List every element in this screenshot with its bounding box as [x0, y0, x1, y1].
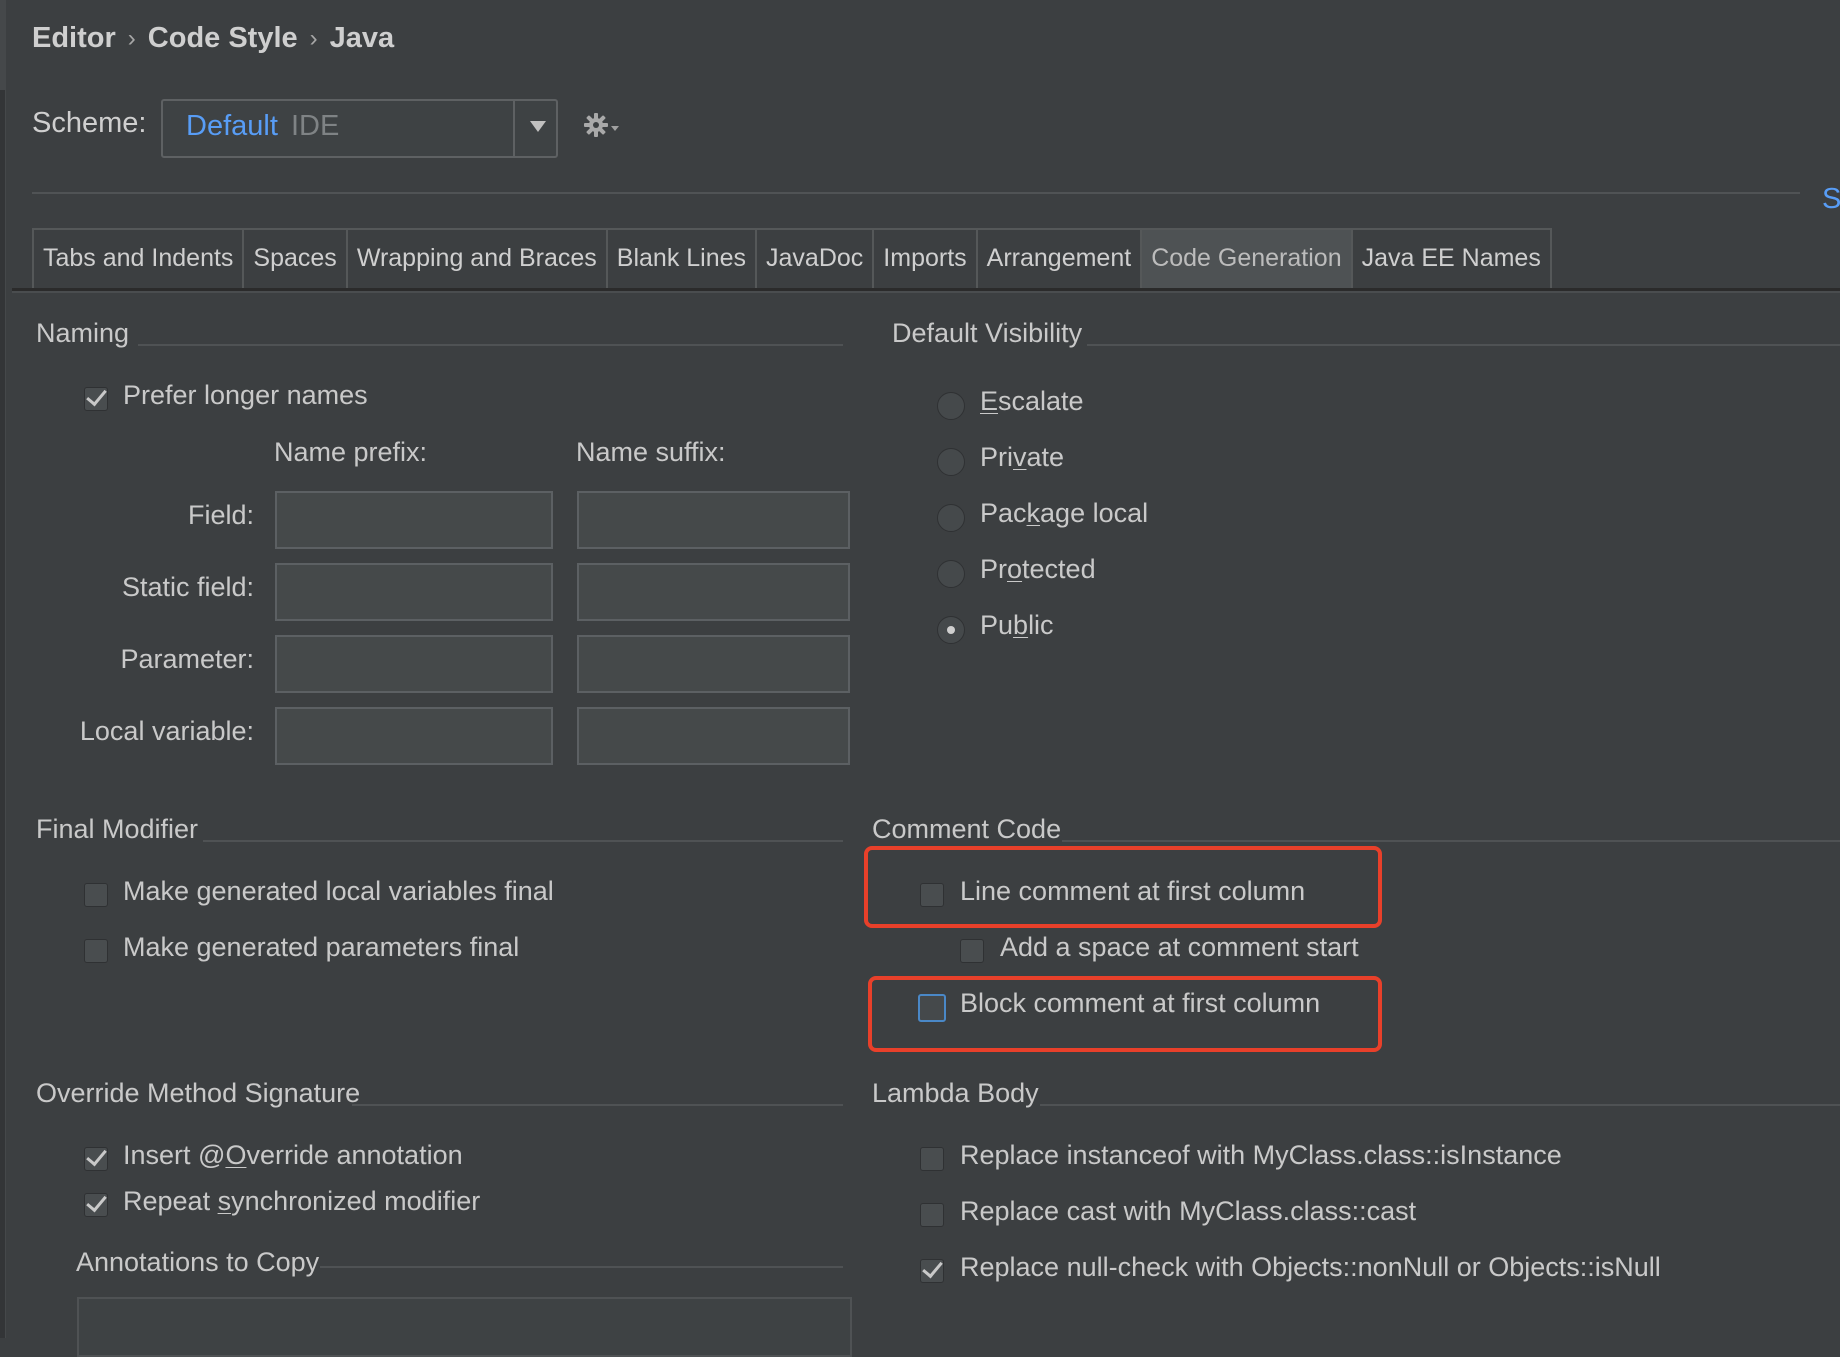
lambda-body-title: Lambda Body [872, 1078, 1039, 1108]
comment-code-separator [1062, 840, 1840, 842]
tab-javadoc[interactable]: JavaDoc [757, 230, 875, 288]
block-comment-checkbox[interactable] [918, 994, 946, 1022]
gear-dropdown-icon[interactable] [611, 126, 619, 131]
radio-public-label[interactable]: Public [980, 610, 1054, 641]
line-comment-label[interactable]: Line comment at first column [960, 876, 1305, 907]
tab-java-ee-names[interactable]: Java EE Names [1352, 230, 1552, 288]
radio-escalate-label[interactable]: Escalate [980, 386, 1084, 417]
breadcrumb-java: Java [329, 22, 395, 54]
tab-tabs-and-indents[interactable]: Tabs and Indents [34, 230, 245, 288]
scheme-separator [32, 192, 1800, 194]
breadcrumb-editor[interactable]: Editor [32, 22, 116, 55]
radio-private[interactable] [937, 448, 965, 476]
final-modifier-separator [203, 840, 843, 842]
local-variable-prefix-input[interactable] [275, 707, 553, 765]
breadcrumb-separator-icon: › [127, 24, 136, 52]
scheme-label: Scheme: [32, 107, 147, 139]
default-visibility-title: Default Visibility [892, 318, 1083, 348]
field-suffix-input[interactable] [577, 491, 850, 549]
replace-null-check-label[interactable]: Replace null-check with Objects::nonNull… [960, 1252, 1661, 1283]
set-from-link[interactable]: S [1822, 183, 1840, 216]
radio-private-label[interactable]: Private [980, 442, 1064, 473]
field-prefix-input[interactable] [275, 491, 553, 549]
override-signature-title: Override Method Signature [36, 1078, 361, 1108]
tab-code-generation[interactable]: Code Generation [1142, 230, 1353, 288]
repeat-synchronized-checkbox[interactable] [84, 1193, 108, 1217]
static-field-label: Static field: [121, 572, 254, 602]
tab-arrangement[interactable]: Arrangement [977, 230, 1143, 288]
replace-null-check-checkbox[interactable] [920, 1259, 944, 1283]
parameter-label: Parameter: [120, 644, 254, 674]
replace-instanceof-label[interactable]: Replace instanceof with MyClass.class::i… [960, 1140, 1562, 1171]
naming-separator [138, 344, 843, 346]
replace-instanceof-checkbox[interactable] [920, 1147, 944, 1171]
replace-cast-label[interactable]: Replace cast with MyClass.class::cast [960, 1196, 1416, 1227]
parameter-prefix-input[interactable] [275, 635, 553, 693]
tab-blank-lines[interactable]: Blank Lines [607, 230, 758, 288]
breadcrumb: Editor › Code Style › Java [32, 22, 394, 55]
line-comment-checkbox[interactable] [920, 883, 944, 907]
name-suffix-header: Name suffix: [576, 437, 726, 467]
annotations-list[interactable] [77, 1297, 852, 1357]
final-parameters-checkbox[interactable] [84, 939, 108, 963]
chevron-down-icon[interactable] [530, 121, 546, 132]
radio-public[interactable] [937, 616, 965, 644]
local-variable-label: Local variable: [79, 716, 254, 746]
radio-escalate[interactable] [937, 392, 965, 420]
scheme-name: Default [186, 110, 278, 142]
static-field-prefix-input[interactable] [275, 563, 553, 621]
name-prefix-header: Name prefix: [274, 437, 428, 467]
radio-protected-label[interactable]: Protected [980, 554, 1096, 585]
add-space-label[interactable]: Add a space at comment start [1000, 932, 1359, 963]
gear-icon[interactable] [583, 112, 609, 138]
window-left-edge-shadow [0, 90, 5, 1338]
breadcrumb-separator-icon: › [309, 24, 318, 52]
replace-cast-checkbox[interactable] [920, 1203, 944, 1227]
radio-protected[interactable] [937, 560, 965, 588]
breadcrumb-code-style[interactable]: Code Style [148, 22, 298, 55]
insert-override-checkbox[interactable] [84, 1147, 108, 1171]
tab-bar: Tabs and Indents Spaces Wrapping and Bra… [32, 228, 1552, 290]
override-signature-separator [352, 1104, 843, 1106]
tab-baseline-highlight [12, 291, 1840, 293]
default-visibility-separator [1087, 344, 1840, 346]
repeat-synchronized-label[interactable]: Repeat synchronized modifier [123, 1186, 480, 1217]
scheme-type: IDE [291, 110, 340, 142]
radio-package-local-label[interactable]: Package local [980, 498, 1148, 529]
tab-imports[interactable]: Imports [874, 230, 978, 288]
annotations-to-copy-title: Annotations to Copy [76, 1247, 320, 1277]
radio-package-local[interactable] [937, 504, 965, 532]
tab-wrapping-and-braces[interactable]: Wrapping and Braces [347, 230, 608, 288]
prefer-longer-names-checkbox[interactable] [84, 387, 108, 411]
prefer-longer-names-label[interactable]: Prefer longer names [123, 380, 368, 411]
field-label: Field: [187, 500, 254, 530]
final-local-variables-checkbox[interactable] [84, 883, 108, 907]
comment-code-title: Comment Code [872, 814, 1062, 844]
add-space-checkbox[interactable] [960, 939, 984, 963]
scheme-dropdown[interactable]: Default IDE [161, 99, 558, 158]
annotations-to-copy-separator [320, 1266, 843, 1268]
insert-override-label[interactable]: Insert @Override annotation [123, 1140, 463, 1171]
final-local-variables-label[interactable]: Make generated local variables final [123, 876, 554, 907]
block-comment-label[interactable]: Block comment at first column [960, 988, 1320, 1019]
lambda-body-separator [1040, 1104, 1840, 1106]
final-modifier-title: Final Modifier [36, 814, 199, 844]
tab-spaces[interactable]: Spaces [244, 230, 348, 288]
static-field-suffix-input[interactable] [577, 563, 850, 621]
parameter-suffix-input[interactable] [577, 635, 850, 693]
local-variable-suffix-input[interactable] [577, 707, 850, 765]
final-parameters-label[interactable]: Make generated parameters final [123, 932, 519, 963]
naming-title: Naming [36, 318, 130, 348]
dropdown-divider [513, 101, 515, 156]
